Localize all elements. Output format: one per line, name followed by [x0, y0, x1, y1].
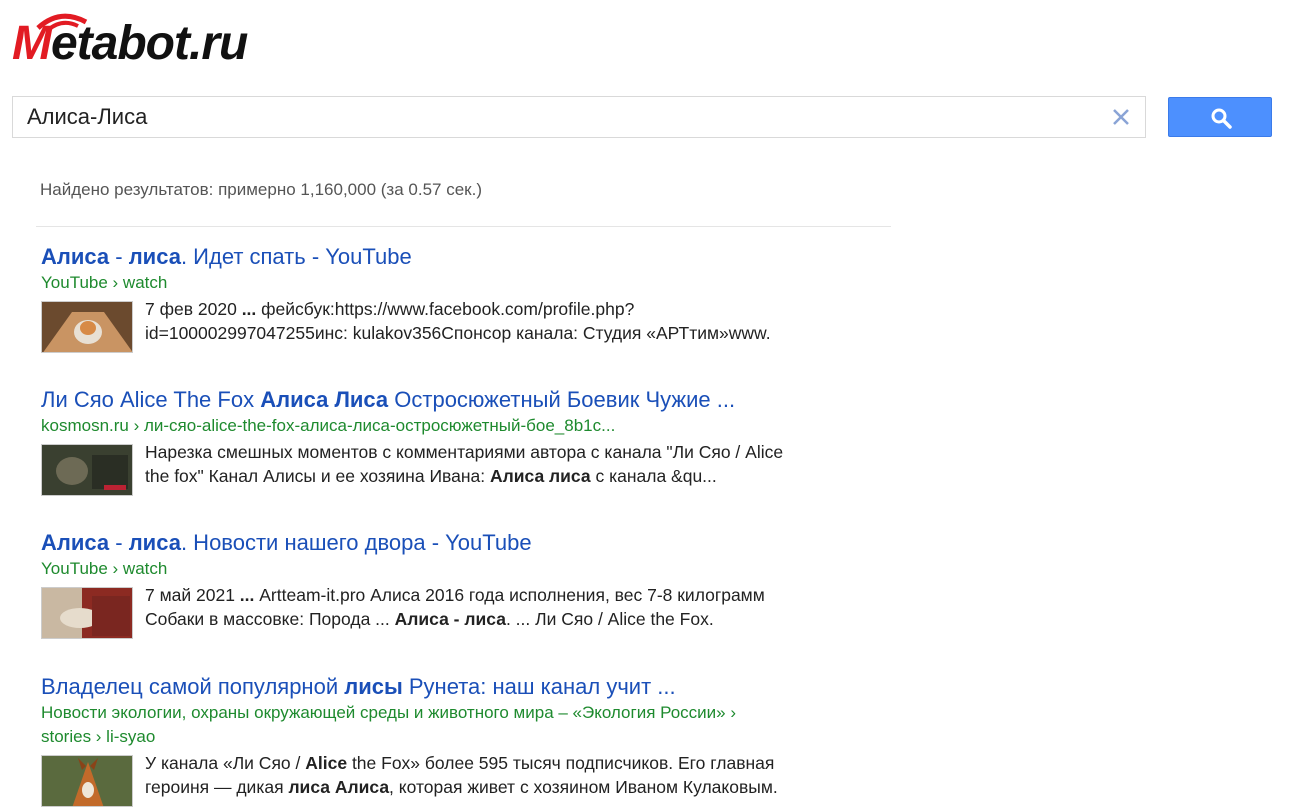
- result-url: YouTube › watch: [41, 273, 168, 292]
- result-snippet: Нарезка смешных моментов с комментариями…: [145, 442, 784, 486]
- result-url: kosmosn.ru › ли-сяо-alice-the-fox-алиса-…: [41, 416, 616, 435]
- result-snippet: У канала «Ли Сяо / Alice the Fox» более …: [145, 753, 778, 797]
- search-result: Владелец самой популярной лисы Рунета: н…: [41, 673, 901, 807]
- result-thumbnail[interactable]: [41, 587, 133, 639]
- result-stats: Найдено результатов: примерно 1,160,000 …: [40, 180, 482, 199]
- result-thumbnail[interactable]: [41, 755, 133, 807]
- logo-text: Metabot.ru: [12, 17, 248, 70]
- result-snippet: 7 май 2021 ... Artteam-it.pro Алиса 2016…: [145, 585, 765, 629]
- result-thumbnail[interactable]: [41, 301, 133, 353]
- result-title-link[interactable]: Ли Сяо Alice The Fox Алиса Лиса Остросюж…: [41, 386, 901, 414]
- search-result: Ли Сяо Alice The Fox Алиса Лиса Остросюж…: [41, 386, 901, 496]
- result-url: YouTube › watch: [41, 559, 168, 578]
- search-icon: [1211, 108, 1232, 129]
- search-button[interactable]: [1168, 97, 1272, 137]
- result-thumbnail[interactable]: [41, 444, 133, 496]
- clear-search-button[interactable]: [1109, 105, 1133, 129]
- result-url: Новости экологии, охраны окружающей сред…: [41, 703, 736, 746]
- search-box: [12, 96, 1146, 138]
- search-result: Алиса - лиса. Новости нашего двора - You…: [41, 529, 901, 639]
- search-result: Алиса - лиса. Идет спать - YouTube YouTu…: [41, 243, 901, 353]
- result-title-link[interactable]: Владелец самой популярной лисы Рунета: н…: [41, 673, 901, 701]
- divider: [36, 226, 891, 227]
- metabot-logo[interactable]: Metabot.ru: [12, 10, 302, 72]
- result-title-link[interactable]: Алиса - лиса. Новости нашего двора - You…: [41, 529, 901, 557]
- result-title-link[interactable]: Алиса - лиса. Идет спать - YouTube: [41, 243, 901, 271]
- search-input[interactable]: [13, 97, 1103, 137]
- close-icon: [1113, 109, 1129, 125]
- result-snippet: 7 фев 2020 ... фейсбук:https://www.faceb…: [145, 299, 771, 343]
